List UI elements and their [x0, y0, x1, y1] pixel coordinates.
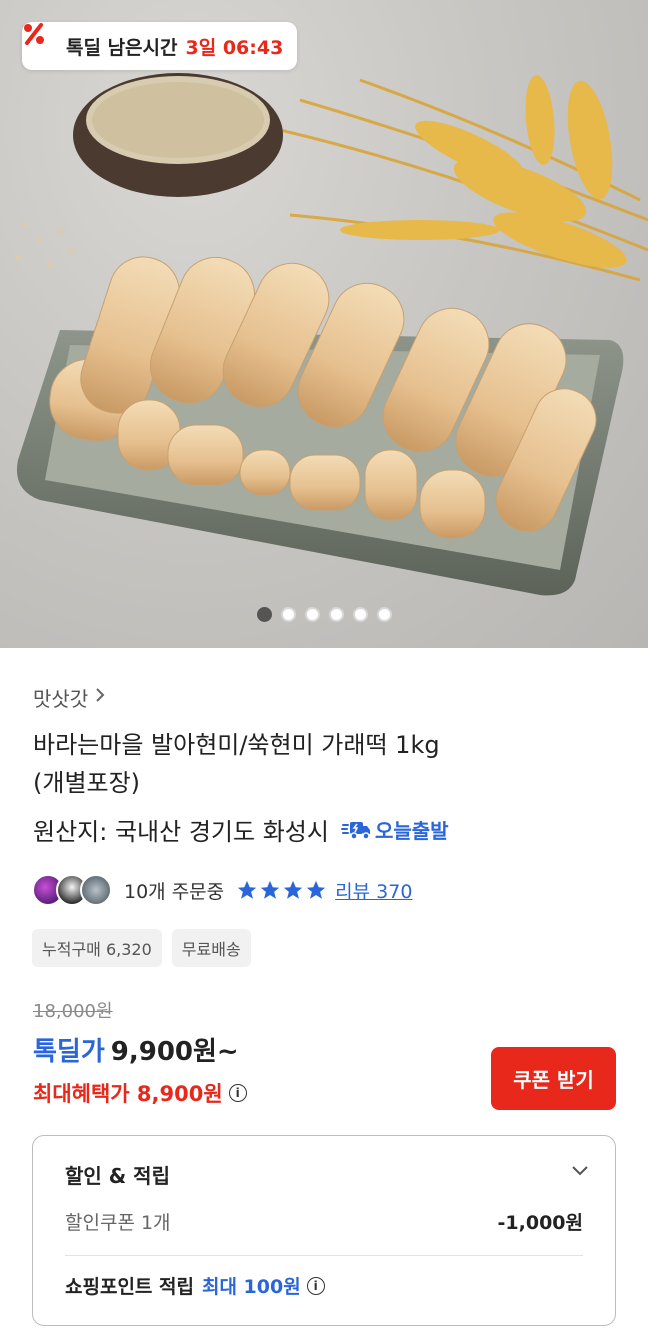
get-coupon-button[interactable]: 쿠폰 받기: [491, 1047, 616, 1110]
delivery-truck-icon: [340, 821, 370, 840]
product-title: 바라는마을 발아현미/쑥현미 가래떡 1kg (개별포장): [33, 726, 623, 802]
coupon-discount-label: 할인쿠폰 1개: [65, 1212, 171, 1234]
max-benefit-text: 최대혜택가 8,900원: [33, 1082, 223, 1106]
chevron-down-icon[interactable]: [571, 1162, 589, 1181]
deal-price-value: 9,900원~: [110, 1037, 239, 1067]
product-photo: [15, 73, 648, 596]
shipping-badge-label: 오늘출발: [374, 819, 449, 843]
buyer-avatars: [32, 874, 112, 906]
deal-price: 톡딜가 9,900원~: [33, 1031, 239, 1068]
deal-timer-label: 톡딜 남은시간: [66, 36, 178, 59]
product-origin: 원산지: 국내산 경기도 화성시 오늘출발: [33, 812, 449, 847]
product-badges: 누적구매 6,320 무료배송: [32, 929, 251, 967]
carousel-dot[interactable]: [304, 607, 320, 622]
carousel-dot[interactable]: [328, 607, 344, 622]
star-icon: [283, 880, 303, 899]
avatar: [80, 874, 112, 906]
carousel-indicator: [0, 607, 648, 622]
shopping-point-label: 쇼핑포인트 적립: [65, 1276, 194, 1298]
star-icon: [306, 880, 326, 899]
info-icon[interactable]: i: [306, 1276, 325, 1295]
carousel-dot[interactable]: [280, 607, 296, 622]
star-icon: [260, 880, 280, 899]
orders-count: 10개 주문중: [124, 880, 225, 903]
shopping-point-row[interactable]: 쇼핑포인트 적립 최대 100원 i: [65, 1272, 325, 1299]
carousel-dot[interactable]: [352, 607, 368, 622]
percent-icon: [24, 23, 60, 59]
product-image-carousel[interactable]: 톡딜 남은시간 3일 06:43: [0, 0, 648, 648]
benefit-panel-title: 할인 & 적립: [65, 1164, 170, 1188]
deal-timer-badge: 톡딜 남은시간 3일 06:43: [22, 22, 298, 70]
carousel-dot[interactable]: [256, 607, 272, 622]
coupon-discount-row: 할인쿠폰 1개 -1,000원: [65, 1208, 583, 1235]
cumulative-purchase-badge: 누적구매 6,320: [32, 929, 162, 967]
origin-text: 원산지: 국내산 경기도 화성시: [33, 818, 329, 846]
brand-name: 맛삿갓: [33, 687, 89, 711]
info-icon[interactable]: i: [228, 1084, 247, 1102]
rating-stars: [236, 879, 327, 901]
deal-timer-time: 3일 06:43: [185, 36, 284, 59]
chevron-right-icon: [94, 687, 106, 708]
review-link[interactable]: 리뷰 370: [335, 877, 412, 904]
star-icon: [237, 880, 257, 899]
product-title-line1: 바라는마을 발아현미/쑥현미 가래떡 1kg: [33, 731, 440, 759]
today-shipping-badge: 오늘출발: [340, 815, 449, 844]
discount-points-panel: 할인 & 적립 할인쿠폰 1개 -1,000원 쇼핑포인트 적립 최대 100원…: [32, 1135, 616, 1326]
coupon-discount-value: -1,000원: [497, 1212, 583, 1234]
divider: [65, 1255, 583, 1256]
free-shipping-badge: 무료배송: [171, 929, 251, 967]
product-stats: 10개 주문중 리뷰 370: [32, 872, 412, 908]
shopping-point-value: 최대 100원: [201, 1276, 301, 1298]
original-price: 18,000원: [33, 1001, 113, 1022]
deal-price-label: 톡딜가: [33, 1037, 105, 1067]
carousel-dot[interactable]: [376, 607, 392, 622]
brand-link[interactable]: 맛삿갓: [33, 683, 106, 712]
max-benefit-price[interactable]: 최대혜택가 8,900원 i: [33, 1078, 247, 1108]
product-title-line2: (개별포장): [33, 769, 141, 797]
